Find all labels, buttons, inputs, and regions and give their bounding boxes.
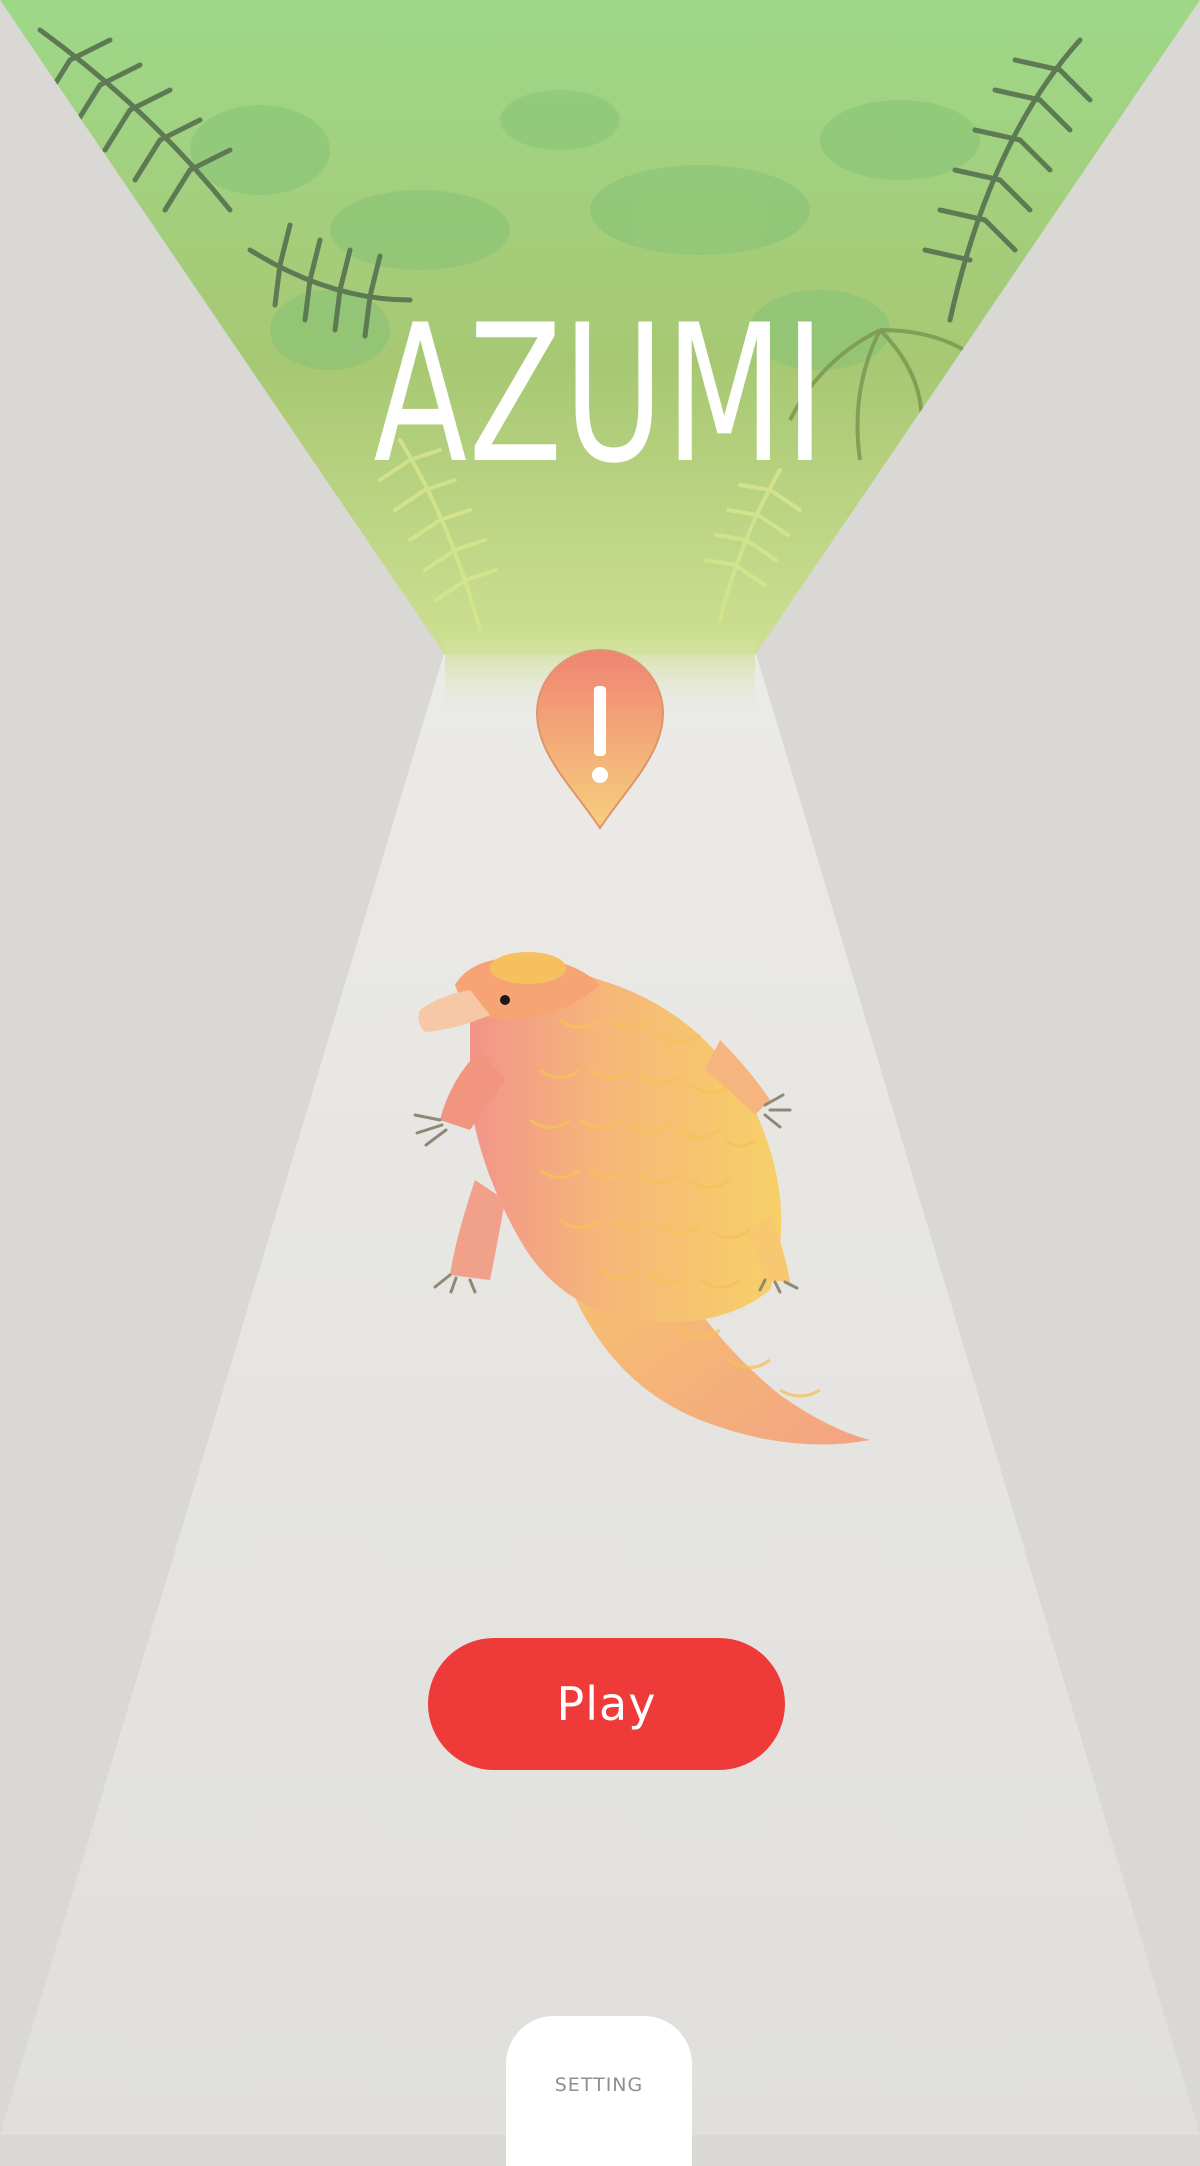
setting-label: SETTING [554,2074,644,2096]
setting-button[interactable]: SETTING [506,2016,692,2166]
app-title: AZUMI [373,284,827,505]
play-button[interactable]: Play [428,1638,785,1770]
